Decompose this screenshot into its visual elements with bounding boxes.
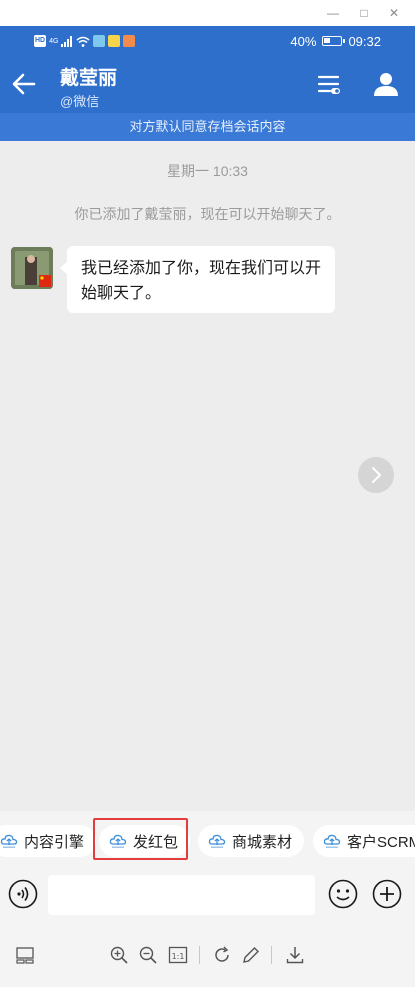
plus-icon[interactable] xyxy=(372,879,402,909)
contact-source: @微信 xyxy=(60,94,100,109)
weibo-notification-icon xyxy=(108,35,121,47)
actual-size-icon[interactable]: 1:1 xyxy=(168,945,188,965)
quick-action-customer-scrm[interactable]: 客户SCRM xyxy=(313,825,415,857)
time-divider: 星期一 10:33 xyxy=(167,163,248,179)
emoji-icon[interactable] xyxy=(328,879,358,909)
input-bar xyxy=(0,871,415,929)
minimize-icon[interactable]: — xyxy=(325,5,341,21)
window-title-bar: — □ ✕ xyxy=(0,0,415,26)
status-bar: HD 4G 40% 09:32 xyxy=(0,26,415,56)
zoom-out-icon[interactable] xyxy=(138,945,158,965)
message-text: 我已经添加了你，现在我们可以开始聊天了。 xyxy=(81,260,322,302)
cloud-logo-icon xyxy=(323,834,341,848)
rotate-icon[interactable] xyxy=(212,945,232,965)
svg-text:1:1: 1:1 xyxy=(172,952,185,961)
battery-percent: 40% xyxy=(290,33,317,49)
quick-action-mall-materials[interactable]: 商城素材 xyxy=(198,825,305,857)
status-time: 09:32 xyxy=(348,33,381,49)
back-arrow-icon[interactable] xyxy=(10,70,38,98)
wifi-icon xyxy=(76,36,90,47)
status-icons: HD 4G xyxy=(34,34,136,48)
message-input[interactable] xyxy=(48,875,315,915)
download-icon[interactable] xyxy=(285,945,305,965)
chat-header: 戴莹丽 @微信 xyxy=(0,56,415,113)
quick-actions-bar: 内容引擎 发红包 商城素材 客户SCRM xyxy=(0,811,415,871)
archive-notice: 对方默认同意存档会话内容 xyxy=(0,113,415,141)
contact-name: 戴莹丽 xyxy=(60,68,118,89)
layout-icon[interactable] xyxy=(15,945,35,965)
signal-icon xyxy=(61,35,73,47)
avatar[interactable] xyxy=(11,247,53,289)
chevron-right-icon[interactable] xyxy=(358,457,394,493)
close-icon[interactable]: ✕ xyxy=(386,5,402,21)
battery-icon xyxy=(322,36,346,46)
cloud-logo-icon xyxy=(0,834,18,848)
hd-badge: HD xyxy=(34,35,47,47)
app-notification-icon xyxy=(93,35,106,47)
quick-action-label: 客户SCRM xyxy=(347,833,415,851)
voice-icon[interactable] xyxy=(8,879,38,909)
cloud-logo-icon xyxy=(208,834,226,848)
bottom-toolbar: 1:1 xyxy=(0,929,415,987)
person-icon[interactable] xyxy=(372,70,400,98)
toolbar-divider xyxy=(271,946,272,964)
pencil-icon[interactable] xyxy=(241,945,261,965)
quick-action-label: 内容引擎 xyxy=(24,833,85,851)
heart-notification-icon xyxy=(123,35,136,47)
highlight-box xyxy=(93,818,188,860)
maximize-icon[interactable]: □ xyxy=(356,5,372,21)
quick-action-label: 商城素材 xyxy=(232,833,293,851)
chat-settings-icon[interactable] xyxy=(316,72,342,98)
phone-screen: HD 4G 40% 09:32 戴莹丽 @微信 对方默认同意存档会话内容 星期一… xyxy=(0,26,415,987)
quick-action-content-engine[interactable]: 内容引擎 xyxy=(0,825,97,857)
status-right: 40% 09:32 xyxy=(290,33,381,49)
network-type-label: 4G xyxy=(49,37,59,45)
message-bubble[interactable]: 我已经添加了你，现在我们可以开始聊天了。 xyxy=(60,246,335,313)
system-message: 你已添加了戴莹丽，现在可以开始聊天了。 xyxy=(74,206,341,222)
toolbar-divider xyxy=(199,946,200,964)
zoom-in-icon[interactable] xyxy=(109,945,129,965)
